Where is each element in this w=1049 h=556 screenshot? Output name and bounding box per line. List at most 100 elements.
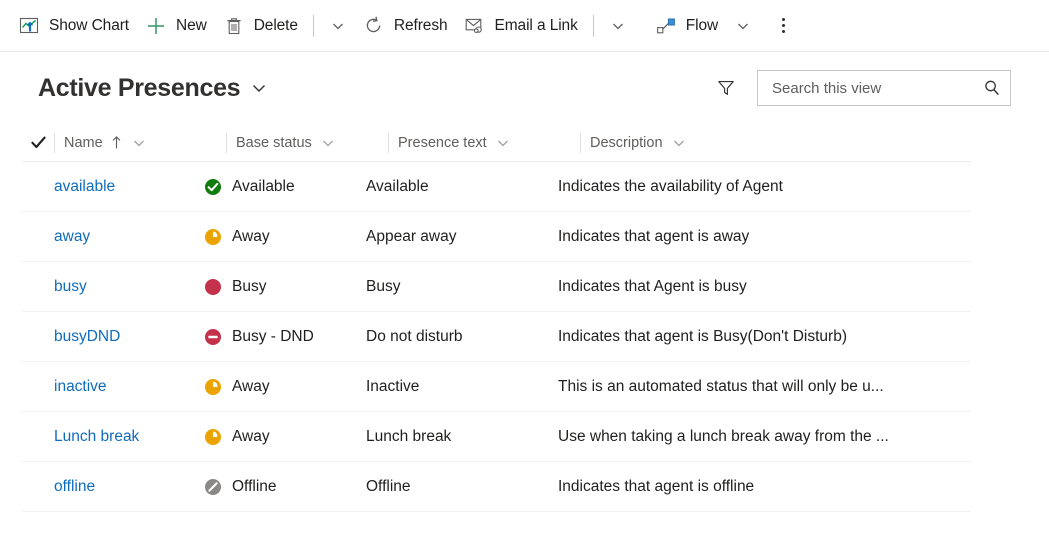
base-status-label: Offline [232,477,277,495]
chevron-down-icon [738,23,749,29]
filter-button[interactable] [709,71,743,105]
refresh-label: Refresh [393,16,448,34]
table-row[interactable]: busyDND Busy - DND Do not disturb Indicates… [22,312,971,362]
base-status-label: Away [232,227,270,245]
refresh-icon [363,15,385,37]
base-status-label: Away [232,427,270,445]
cell-base-status: Offline [194,462,356,512]
table-row[interactable]: inactive Away Inactive This is an automated… [22,362,971,412]
chevron-down-icon [250,79,268,97]
cell-base-status: Away [194,212,356,262]
cell-presence-text: Appear away [366,227,457,245]
chevron-down-icon[interactable] [132,136,146,150]
search-input[interactable] [770,78,976,98]
chevron-down-icon[interactable] [672,136,686,150]
show-chart-label: Show Chart [49,16,129,34]
base-status-label: Busy - DND [232,327,314,345]
toolbar-divider-2 [592,14,594,37]
search-icon[interactable] [982,78,1002,98]
refresh-button[interactable]: Refresh [355,6,456,46]
table-row[interactable]: busy Busy Busy Indicates that Agent is busy [22,262,971,312]
table-row[interactable]: offline Offline Offline Indicates that agen… [22,462,971,512]
flow-label: Flow [685,16,719,34]
view-header: Active Presences [0,52,1049,124]
cell-presence-text: Offline [366,477,411,495]
column-header-base-status-label: Base status [236,134,312,151]
chevron-down-icon[interactable] [496,136,510,150]
chevron-down-icon [612,23,623,29]
column-header-name[interactable]: Name [54,124,226,162]
grid-body: available Available Available Indicates the… [22,162,1049,512]
column-header-base-status[interactable]: Base status [226,124,388,162]
delete-button[interactable]: Delete [215,6,306,46]
search-box[interactable] [757,70,1011,106]
cell-description: This is an automated status that will on… [558,377,884,395]
cell-name: busyDND [22,312,194,362]
record-link[interactable]: busy [54,278,87,296]
cell-base-status: Busy [194,262,356,312]
cell-description: Indicates the availability of Agent [558,177,783,195]
record-link[interactable]: away [54,228,90,246]
base-status-label: Busy [232,277,267,295]
record-link[interactable]: Lunch break [54,428,139,446]
cell-presence-text: Available [366,177,429,195]
cell-base-status: Available [194,162,356,212]
dnd-icon [204,328,222,346]
table-row[interactable]: available Available Available Indicates the… [22,162,971,212]
cell-presence-text: Busy [366,277,401,295]
record-link[interactable]: offline [54,478,95,496]
grid-header-row: Name Base status Presence text Descripti… [22,124,971,162]
base-status-label: Available [232,177,295,195]
command-bar: Show Chart New Delete Refresh Email a Li… [0,0,1049,52]
flow-dropdown-button[interactable] [726,6,760,46]
chevron-down-icon[interactable] [321,136,335,150]
offline-icon [204,478,222,496]
column-header-description-label: Description [590,134,663,151]
cell-description: Use when taking a lunch break away from … [558,427,889,445]
cell-description: Indicates that agent is Busy(Don't Distu… [558,327,847,345]
ellipsis-icon [781,18,785,33]
cell-description: Indicates that agent is away [558,227,750,245]
filter-icon [718,81,734,95]
more-commands-button[interactable] [766,6,800,46]
chart-icon [18,15,40,37]
cell-presence-text: Inactive [366,377,420,395]
table-row[interactable]: away Away Appear away Indicates that agent … [22,212,971,262]
column-header-presence-text[interactable]: Presence text [388,124,580,162]
delete-dropdown-button[interactable] [321,6,355,46]
flow-button[interactable]: Flow [647,6,726,46]
plus-icon [145,15,167,37]
cell-name: offline [22,462,194,512]
column-header-description[interactable]: Description [580,124,970,162]
cell-base-status: Away [194,362,356,412]
table-row[interactable]: Lunch break Away Lunch break Use when takin… [22,412,971,462]
away-clock-icon [204,428,222,446]
select-all-checkbox[interactable] [22,124,54,162]
record-link[interactable]: busyDND [54,328,120,346]
email-a-link-button[interactable]: Email a Link [456,6,586,46]
busy-icon [204,278,222,296]
chevron-down-icon [332,23,343,29]
show-chart-button[interactable]: Show Chart [10,6,137,46]
cell-name: away [22,212,194,262]
record-link[interactable]: inactive [54,378,107,396]
new-button[interactable]: New [137,6,215,46]
records-grid: Name Base status Presence text Descripti… [0,124,1049,512]
cell-description: Indicates that agent is offline [558,477,755,495]
trash-icon [223,15,245,37]
view-selector[interactable]: Active Presences [38,74,268,103]
cell-description: Indicates that Agent is busy [558,277,747,295]
new-label: New [175,16,207,34]
base-status-label: Away [232,377,270,395]
cell-presence-text: Lunch break [366,427,452,445]
view-header-actions [709,70,1011,106]
email-a-link-label: Email a Link [494,16,578,34]
arrow-up-icon [110,135,123,150]
cell-name: Lunch break [22,412,194,462]
column-header-presence-text-label: Presence text [398,134,487,151]
page-title: Active Presences [38,73,241,102]
record-link[interactable]: available [54,178,115,196]
email-icon [464,15,486,37]
away-clock-icon [204,228,222,246]
email-dropdown-button[interactable] [601,6,635,46]
